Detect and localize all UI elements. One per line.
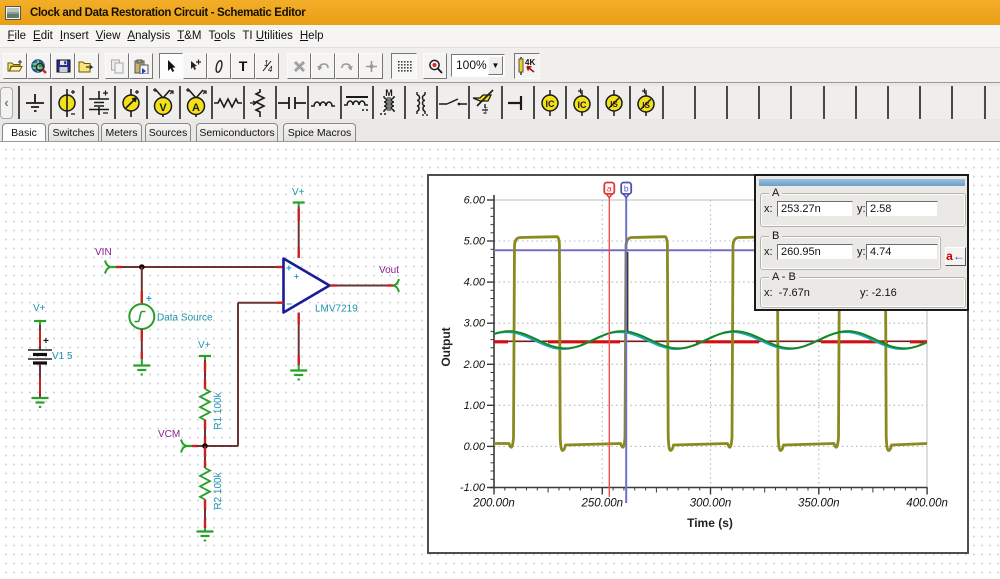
svg-text:200.00n: 200.00n [472, 498, 515, 510]
svg-text:IC: IC [577, 100, 587, 110]
svg-text:+: + [146, 294, 152, 305]
svg-text:V: V [160, 102, 168, 114]
svg-text:T: T [484, 108, 488, 114]
svg-text:300.00n: 300.00n [690, 498, 732, 510]
svg-text:V1 5: V1 5 [52, 351, 73, 362]
svg-text:1.00: 1.00 [464, 400, 486, 412]
svg-text:-1.00: -1.00 [460, 482, 486, 494]
svg-text:IC: IC [545, 99, 555, 109]
svg-text:6.00: 6.00 [464, 195, 486, 207]
svg-text:R2 100k: R2 100k [213, 471, 224, 509]
svg-text:Vout: Vout [379, 265, 399, 276]
svg-text:a: a [607, 184, 612, 194]
svg-text:V+: V+ [292, 187, 305, 198]
svg-text:0.00: 0.00 [464, 441, 486, 453]
svg-text:350.00n: 350.00n [798, 498, 840, 510]
svg-text:250.00n: 250.00n [581, 498, 624, 510]
svg-text:5.00: 5.00 [464, 236, 486, 248]
svg-text:Time (s): Time (s) [687, 516, 733, 530]
svg-text:2.00: 2.00 [463, 359, 486, 371]
svg-text:4: 4 [268, 65, 273, 73]
svg-text:4.00: 4.00 [464, 277, 486, 289]
svg-text:M: M [385, 88, 393, 98]
svg-text:–: – [287, 299, 293, 310]
svg-text:4K: 4K [525, 58, 535, 67]
svg-text:R1 100k: R1 100k [213, 391, 224, 429]
svg-text:VCM: VCM [158, 429, 180, 440]
svg-text:V+: V+ [33, 303, 46, 314]
svg-text:+: + [294, 271, 299, 281]
svg-text:Output: Output [439, 327, 453, 366]
svg-text:400.00n: 400.00n [906, 498, 948, 510]
svg-text:IS: IS [610, 100, 618, 109]
svg-text:T: T [239, 59, 248, 73]
svg-text:LMV7219: LMV7219 [315, 304, 358, 315]
svg-text:VIN: VIN [95, 247, 112, 258]
svg-text:+: + [286, 264, 292, 275]
svg-text:Data Source: Data Source [157, 313, 213, 324]
svg-text:IS: IS [643, 101, 651, 110]
svg-text:V+: V+ [198, 340, 211, 351]
svg-text:b: b [624, 184, 629, 194]
svg-text:+: + [43, 336, 49, 347]
svg-text:3.00: 3.00 [464, 318, 486, 330]
svg-text:A: A [192, 102, 200, 114]
